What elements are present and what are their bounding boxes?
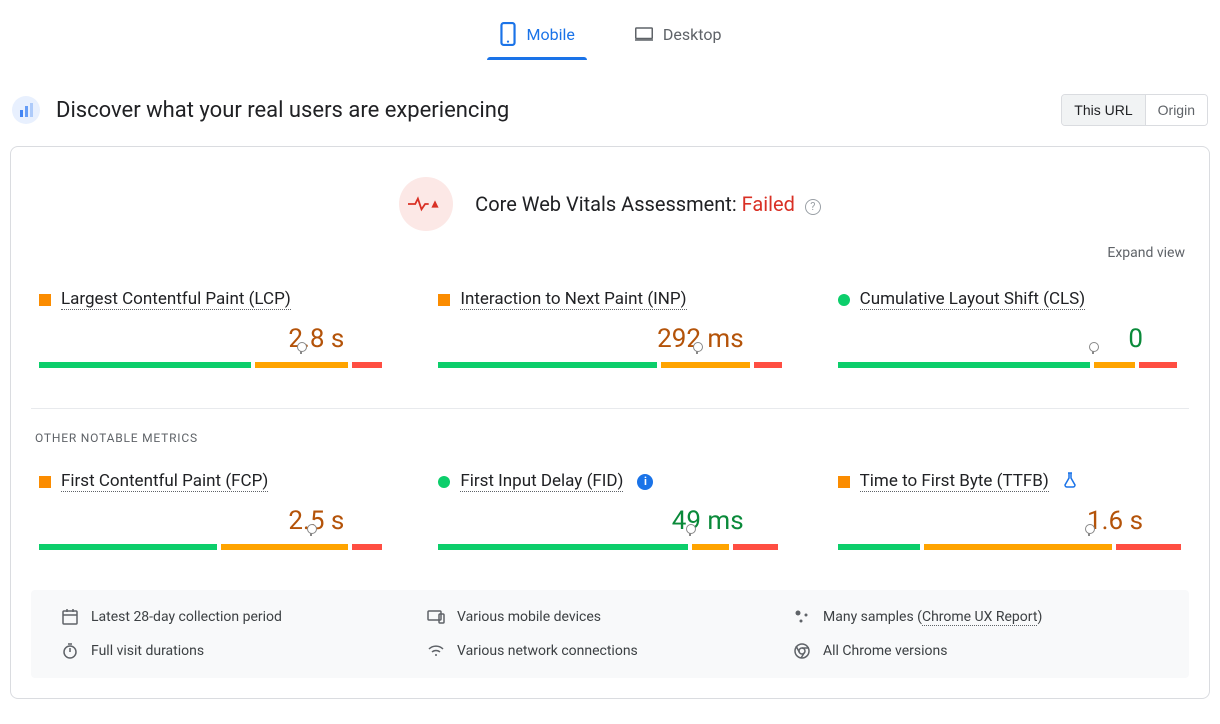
header-row: Discover what your real users are experi… [0,60,1220,140]
metric-lcp: Largest Contentful Paint (LCP) 2.8 s [39,289,382,368]
metric-name-cls[interactable]: Cumulative Layout Shift (CLS) [860,289,1086,310]
footer-durations: Full visit durations [61,642,427,660]
gauge-marker-fcp [310,530,312,536]
footer-versions: All Chrome versions [793,642,1159,660]
header-left: Discover what your real users are experi… [12,96,509,124]
assessment-text: Core Web Vitals Assessment: Failed ? [475,192,821,216]
core-metrics-grid: Largest Contentful Paint (LCP) 2.8 s Int… [31,289,1189,368]
status-dot-fid [438,476,450,488]
tab-mobile-label: Mobile [527,25,575,44]
metric-cls: Cumulative Layout Shift (CLS) 0 [838,289,1181,368]
footer-durations-text: Full visit durations [91,643,204,659]
scope-segmented-control: This URL Origin [1061,94,1208,126]
device-tabs: Mobile Desktop [0,0,1220,60]
metric-value-ttfb: 1.6 s [838,506,1181,536]
gauge-inp [438,362,781,368]
help-icon[interactable]: ? [805,199,821,215]
metric-value-lcp: 2.8 s [39,324,382,354]
gauge-lcp [39,362,382,368]
tab-desktop-label: Desktop [663,25,722,44]
tab-mobile[interactable]: Mobile [493,12,581,60]
desktop-icon [635,22,653,46]
network-icon [427,642,445,660]
mobile-icon [499,22,517,46]
footer-connections-text: Various network connections [457,643,638,659]
status-dot-inp [438,294,450,306]
tab-desktop[interactable]: Desktop [629,12,728,60]
gauge-marker-inp [696,348,698,354]
footer-versions-text: All Chrome versions [823,643,947,659]
gauge-fid [438,544,781,550]
metric-name-lcp[interactable]: Largest Contentful Paint (LCP) [61,289,291,310]
footer-samples-text: Many samples (Chrome UX Report) [823,609,1042,625]
crux-logo-icon [12,96,40,124]
status-dot-lcp [39,294,51,306]
footer-connections: Various network connections [427,642,793,660]
flask-icon[interactable] [1063,472,1077,492]
metric-name-fcp[interactable]: First Contentful Paint (FCP) [61,471,268,492]
samples-icon [793,608,811,626]
footer-devices: Various mobile devices [427,608,793,626]
scope-this-url[interactable]: This URL [1062,95,1144,125]
devices-icon [427,608,445,626]
expand-view-link[interactable]: Expand view [31,245,1185,261]
footer-period: Latest 28-day collection period [61,608,427,626]
metric-name-ttfb[interactable]: Time to First Byte (TTFB) [860,471,1049,492]
metric-fcp: First Contentful Paint (FCP) 2.5 s [39,471,382,550]
assessment-card: Core Web Vitals Assessment: Failed ? Exp… [10,146,1210,699]
metric-name-inp[interactable]: Interaction to Next Paint (INP) [460,289,686,310]
footer-period-text: Latest 28-day collection period [91,609,282,625]
metrics-divider [31,408,1189,409]
status-dot-fcp [39,476,51,488]
metric-value-cls: 0 [838,324,1181,354]
info-icon[interactable]: i [637,474,653,490]
assessment-status: Failed [742,192,795,216]
assessment-prefix: Core Web Vitals Assessment: [475,192,741,216]
metric-name-fid[interactable]: First Input Delay (FID) [460,471,623,492]
calendar-icon [61,608,79,626]
pulse-icon [399,177,453,231]
metric-value-fid: 49 ms [438,506,781,536]
status-dot-cls [838,294,850,306]
status-dot-ttfb [838,476,850,488]
gauge-fcp [39,544,382,550]
scope-origin[interactable]: Origin [1145,95,1207,125]
stopwatch-icon [61,642,79,660]
gauge-cls [838,362,1181,368]
footer-samples: Many samples (Chrome UX Report) [793,608,1159,626]
info-footer: Latest 28-day collection period Various … [31,590,1189,678]
crux-report-link[interactable]: Chrome UX Report [922,609,1037,626]
chrome-icon [793,642,811,660]
metric-fid: First Input Delay (FID) i 49 ms [438,471,781,550]
metric-ttfb: Time to First Byte (TTFB) 1.6 s [838,471,1181,550]
metric-value-fcp: 2.5 s [39,506,382,536]
gauge-marker-ttfb [1088,530,1090,536]
metric-value-inp: 292 ms [438,324,781,354]
other-metrics-heading: OTHER NOTABLE METRICS [31,431,1189,445]
metric-inp: Interaction to Next Paint (INP) 292 ms [438,289,781,368]
page-heading: Discover what your real users are experi… [56,98,509,123]
footer-devices-text: Various mobile devices [457,609,601,625]
gauge-marker-cls [1092,348,1094,354]
gauge-marker-lcp [300,348,302,354]
other-metrics-grid: First Contentful Paint (FCP) 2.5 s First… [31,471,1189,550]
gauge-ttfb [838,544,1181,550]
gauge-marker-fid [689,530,691,536]
assessment-row: Core Web Vitals Assessment: Failed ? [31,177,1189,231]
